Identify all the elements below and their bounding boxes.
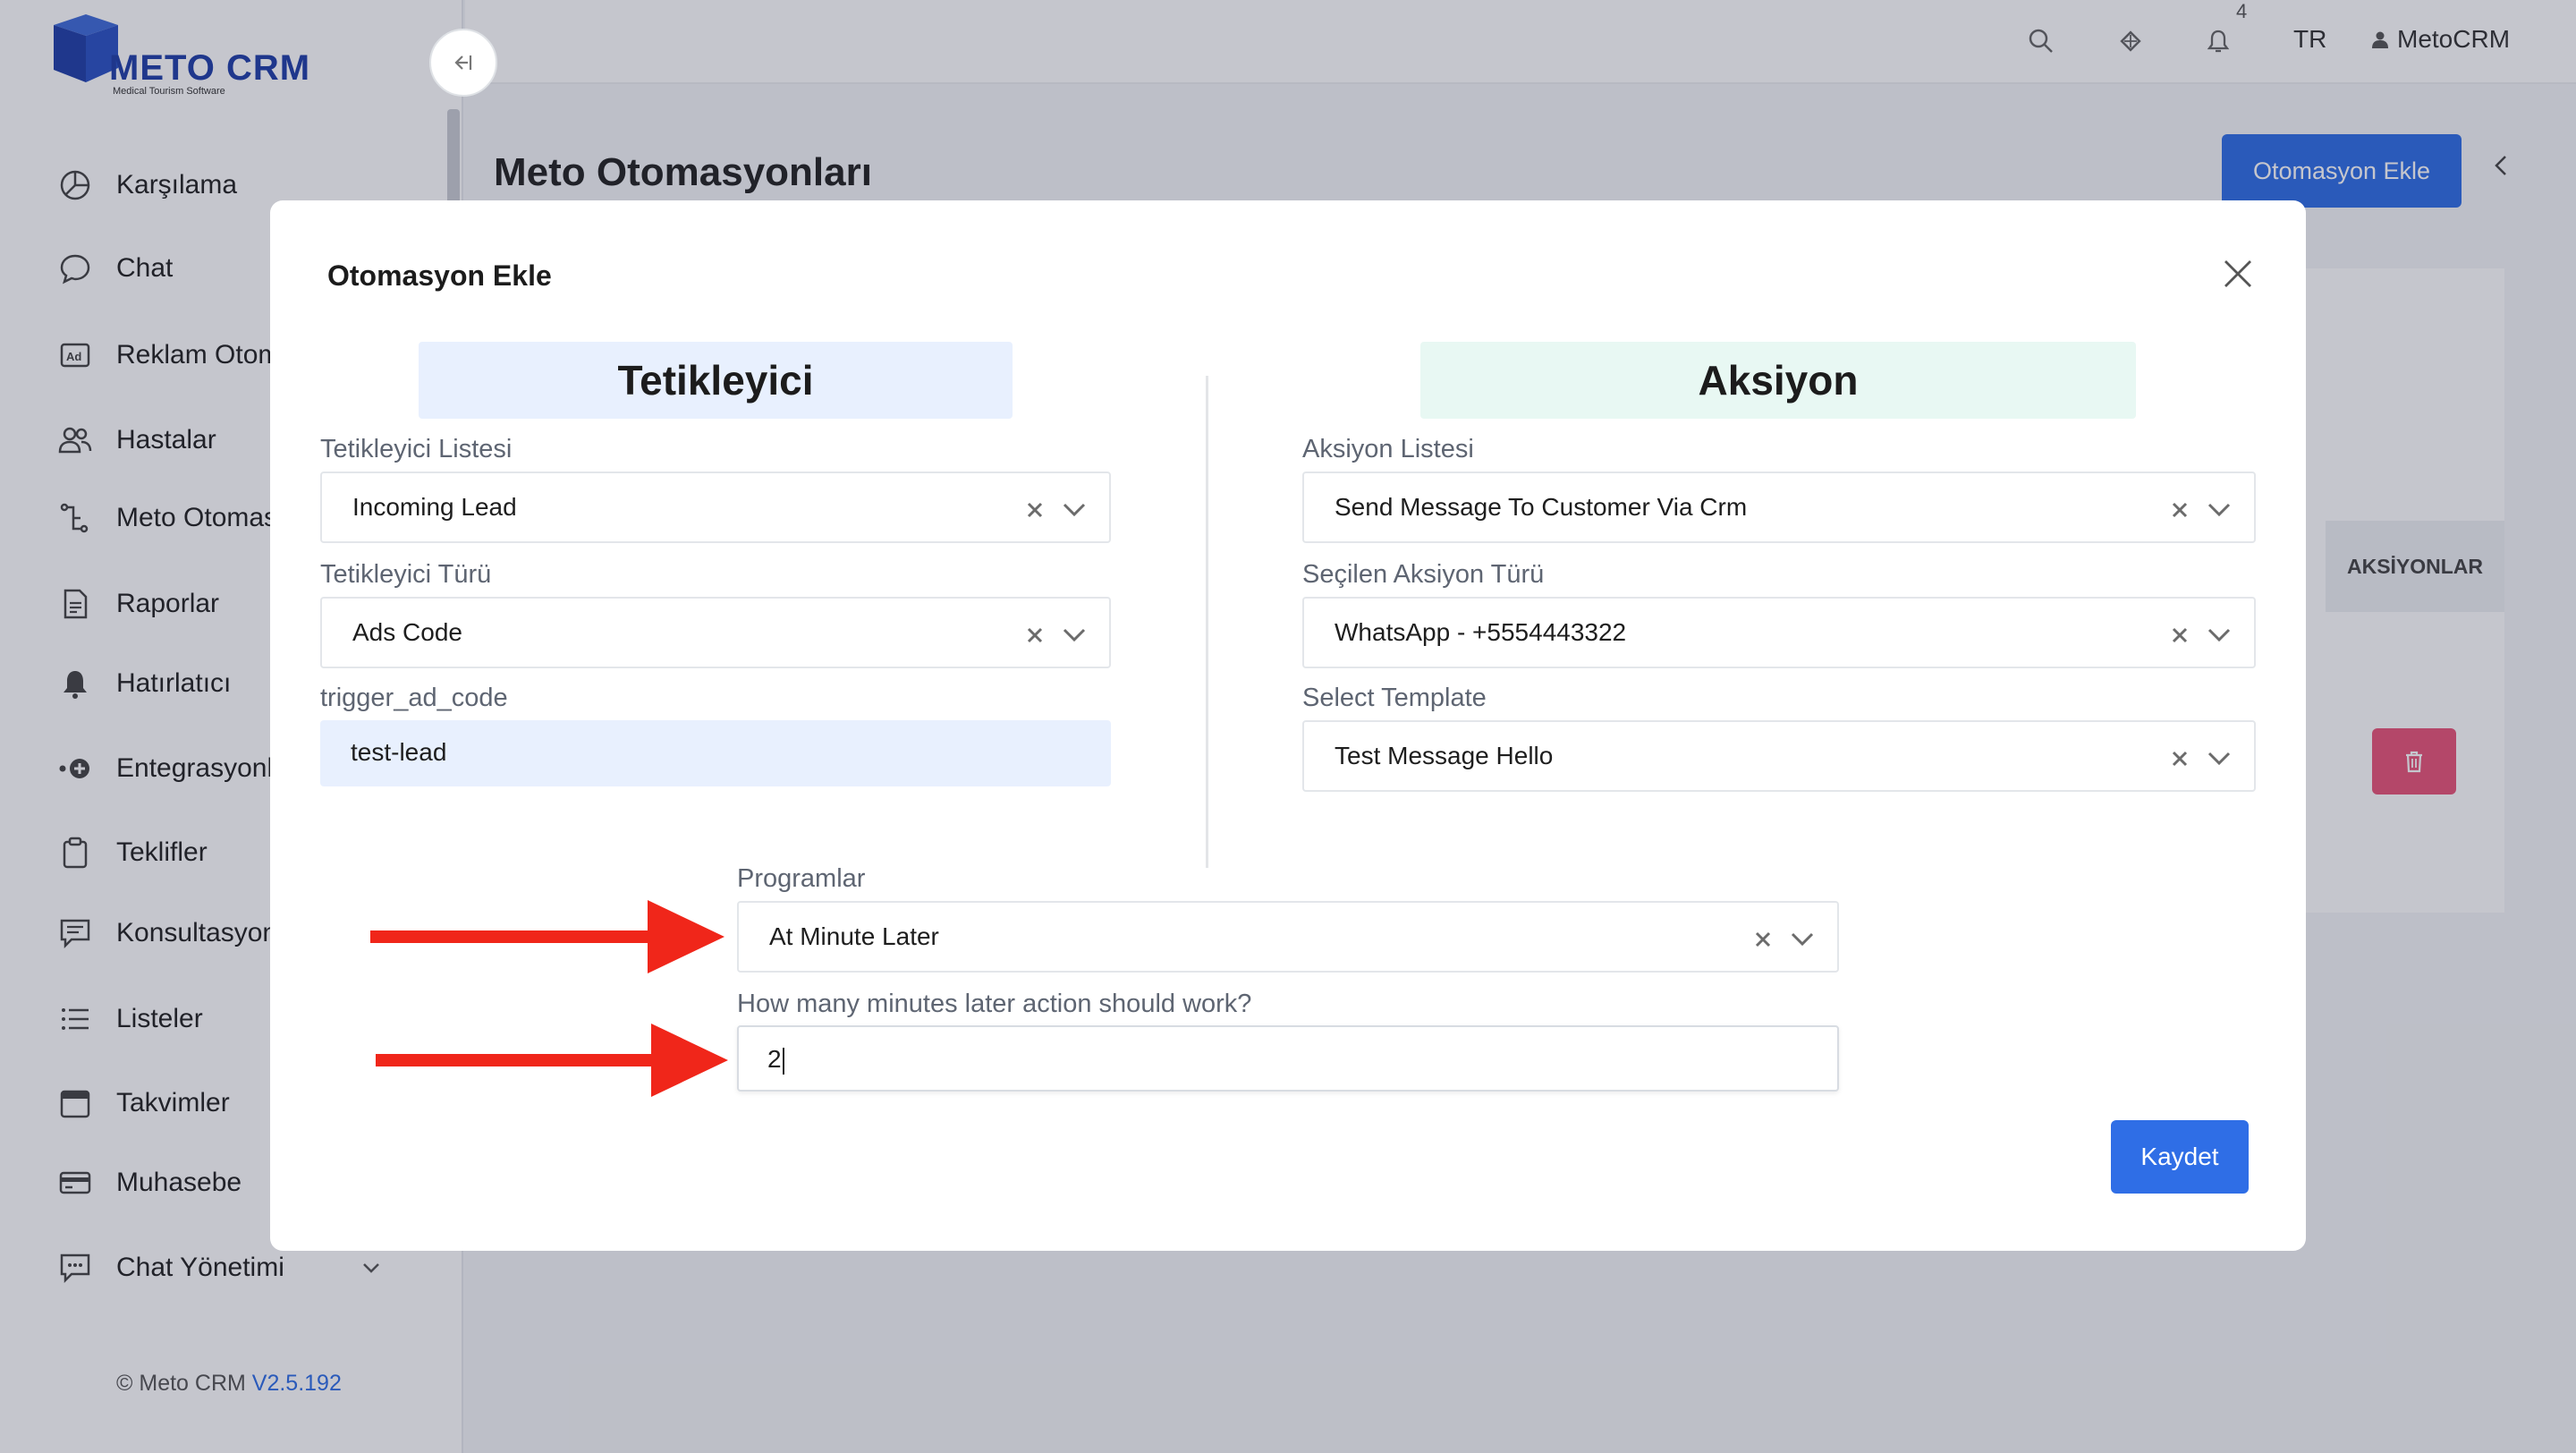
action-list-label: Aksiyon Listesi: [1302, 435, 1474, 463]
trigger-section-header: Tetikleyici: [419, 342, 1013, 419]
action-type-value: WhatsApp - +5554443322: [1335, 618, 1627, 646]
trigger-ad-code-label: trigger_ad_code: [320, 684, 508, 712]
trigger-list-label: Tetikleyici Listesi: [320, 435, 513, 463]
annotation-arrow-icon: [376, 1024, 728, 1097]
trigger-type-select[interactable]: Ads Code: [320, 597, 1111, 668]
annotation-arrow-icon: [370, 900, 724, 973]
save-button[interactable]: Kaydet: [2111, 1120, 2249, 1194]
chevron-down-icon[interactable]: [1789, 926, 1816, 951]
sidebar-collapse-button[interactable]: [429, 29, 497, 97]
clear-icon[interactable]: [1023, 497, 1046, 522]
clear-icon[interactable]: [2168, 745, 2191, 770]
schedule-select[interactable]: At Minute Later: [737, 901, 1839, 973]
chevron-down-icon[interactable]: [2206, 497, 2233, 522]
clear-icon[interactable]: [2168, 622, 2191, 647]
schedule-label: Programlar: [737, 864, 866, 893]
template-value: Test Message Hello: [1335, 742, 1554, 769]
action-type-label: Seçilen Aksiyon Türü: [1302, 560, 1545, 589]
clear-icon[interactable]: [1023, 622, 1046, 647]
collapse-arrow-icon: [454, 55, 472, 70]
trigger-type-label: Tetikleyici Türü: [320, 560, 492, 589]
chevron-down-icon[interactable]: [2206, 745, 2233, 770]
action-list-select[interactable]: Send Message To Customer Via Crm: [1302, 472, 2256, 543]
schedule-value: At Minute Later: [769, 922, 939, 950]
minutes-label: How many minutes later action should wor…: [737, 990, 1252, 1018]
trigger-ad-code-value: test-lead: [351, 738, 447, 766]
minutes-value: 2: [767, 1045, 784, 1075]
trigger-type-value: Ads Code: [352, 618, 462, 646]
action-type-select[interactable]: WhatsApp - +5554443322: [1302, 597, 2256, 668]
clear-icon[interactable]: [2168, 497, 2191, 522]
clear-icon[interactable]: [1751, 926, 1775, 951]
template-label: Select Template: [1302, 684, 1487, 712]
modal-title: Otomasyon Ekle: [327, 259, 552, 292]
template-select[interactable]: Test Message Hello: [1302, 720, 2256, 792]
minutes-input[interactable]: 2: [737, 1025, 1839, 1092]
trigger-list-select[interactable]: Incoming Lead: [320, 472, 1111, 543]
chevron-down-icon[interactable]: [1061, 622, 1088, 647]
trigger-list-value: Incoming Lead: [352, 493, 517, 521]
action-list-value: Send Message To Customer Via Crm: [1335, 493, 1748, 521]
trigger-ad-code-input[interactable]: test-lead: [320, 720, 1111, 786]
action-section-header: Aksiyon: [1420, 342, 2136, 419]
close-icon[interactable]: [2218, 254, 2258, 293]
chevron-down-icon[interactable]: [1061, 497, 1088, 522]
section-divider: [1206, 376, 1208, 868]
chevron-down-icon[interactable]: [2206, 622, 2233, 647]
